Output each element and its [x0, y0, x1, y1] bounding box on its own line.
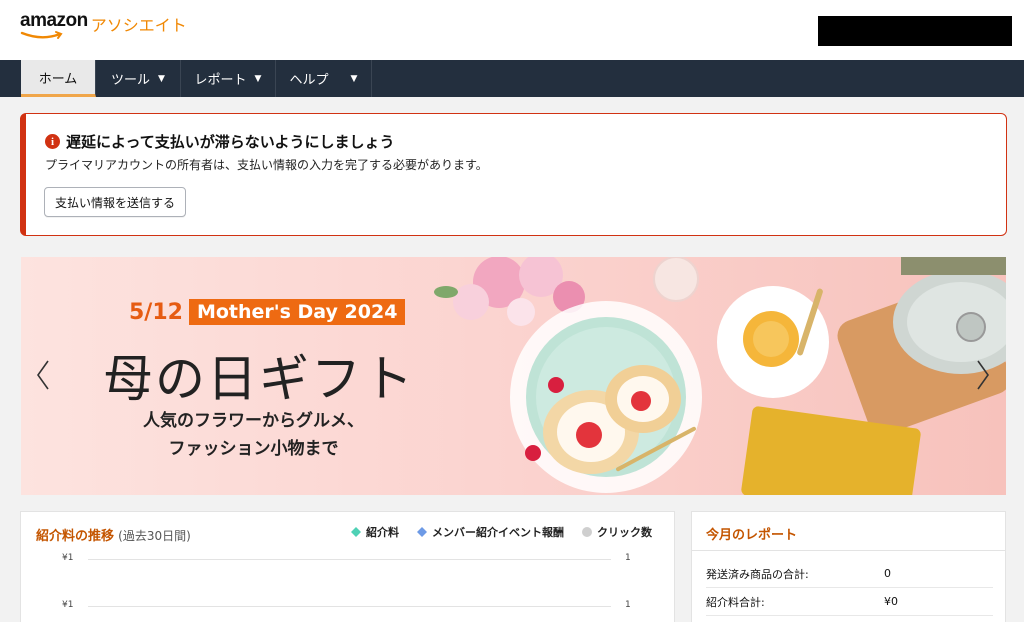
legend-label: クリック数	[597, 526, 652, 539]
banner-subtitle-line1: 人気のフラワーからグルメ、	[143, 411, 364, 431]
promo-banner[interactable]: 5/12 Mother's Day 2024 母の日ギフト 人気のフラワーからグ…	[21, 257, 1006, 495]
legend-item-member-event[interactable]: メンバー紹介イベント報酬	[417, 524, 564, 540]
nav-tab-reports[interactable]: レポート ▼	[181, 60, 276, 97]
submit-payment-info-button[interactable]: 支払い情報を送信する	[44, 187, 187, 217]
report-title[interactable]: 今月のレポート	[706, 524, 797, 543]
payment-alert: i 遅延によって支払いが滞らないようにしましょう プライマリアカウントの所有者は…	[20, 113, 1007, 236]
report-row-value: 0	[884, 567, 891, 580]
alert-description: プライマリアカウントの所有者は、支払い情報の入力を完了する必要があります。	[45, 158, 488, 172]
banner-event-tag: Mother's Day 2024	[188, 299, 406, 325]
grid-line	[88, 559, 611, 560]
logo-subtitle: アソシエイト	[90, 16, 187, 35]
chart-title: 紹介料の推移 (過去30日間)	[36, 525, 191, 544]
banner-subtitle: 人気のフラワーからグルメ、 ファッション小物まで	[143, 407, 364, 463]
diamond-icon	[351, 527, 361, 537]
carousel-prev-arrow-icon[interactable]	[33, 357, 53, 393]
legend-label: 紹介料	[366, 526, 399, 539]
caret-down-icon: ▼	[350, 73, 358, 84]
circle-icon	[582, 527, 592, 537]
alert-heading: i 遅延によって支払いが滞らないようにしましょう	[45, 131, 395, 152]
chart-legend: 紹介料 メンバー紹介イベント報酬 クリック数	[351, 524, 652, 540]
logo-wordmark: amazon	[20, 10, 88, 31]
account-redacted-box[interactable]	[818, 16, 1012, 46]
alert-info-icon: i	[45, 134, 60, 149]
banner-subtitle-line2: ファッション小物まで	[168, 439, 339, 459]
report-row-shipped-items: 発送済み商品の合計: 0	[706, 560, 993, 588]
banner-title: 母の日ギフト	[103, 350, 415, 408]
nav-tab-tools-label: ツール	[111, 73, 151, 88]
caret-down-icon: ▼	[254, 73, 262, 84]
grid-line	[88, 606, 611, 607]
top-header: amazon アソシエイト	[0, 0, 1024, 60]
y-axis-right-tick: 1	[625, 553, 631, 563]
y-axis-left-tick: ¥1	[62, 553, 74, 563]
report-row-referral-fees: 紹介料合計: ¥0	[706, 588, 993, 616]
legend-label: メンバー紹介イベント報酬	[432, 526, 564, 539]
banner-date: 5/12	[129, 299, 183, 325]
nav-tab-home-label: ホーム	[38, 71, 78, 87]
nav-tab-home[interactable]: ホーム	[21, 60, 96, 97]
carousel-next-arrow-icon[interactable]	[973, 357, 993, 393]
referral-fee-trend-panel: 紹介料の推移 (過去30日間) 紹介料 メンバー紹介イベント報酬 クリック数 ¥…	[20, 511, 675, 622]
divider	[692, 550, 1005, 551]
legend-item-referral-fee[interactable]: 紹介料	[351, 524, 399, 540]
legend-item-clicks[interactable]: クリック数	[582, 524, 652, 540]
chart-title-range: (過去30日間)	[118, 529, 191, 543]
y-axis-left-tick: ¥1	[62, 600, 74, 610]
y-axis-right-tick: 1	[625, 600, 631, 610]
nav-tab-reports-label: レポート	[194, 73, 247, 88]
diamond-icon	[417, 527, 427, 537]
nav-tab-help[interactable]: ヘルプ ▼	[276, 60, 372, 97]
nav-tab-help-label: ヘルプ	[289, 73, 329, 88]
banner-date-row: 5/12 Mother's Day 2024	[129, 299, 406, 325]
report-row-label: 紹介料合計:	[706, 595, 765, 609]
chart-title-main: 紹介料の推移	[36, 529, 115, 544]
monthly-report-panel: 今月のレポート 発送済み商品の合計: 0 紹介料合計: ¥0	[691, 511, 1006, 622]
caret-down-icon: ▼	[158, 73, 165, 84]
report-row-label: 発送済み商品の合計:	[706, 567, 809, 581]
logo-smile-icon	[20, 31, 63, 39]
amazon-associates-logo[interactable]: amazon アソシエイト	[20, 10, 187, 44]
main-nav: ホーム ツール ▼ レポート ▼ ヘルプ ▼	[0, 60, 1024, 97]
alert-title-text: 遅延によって支払いが滞らないようにしましょう	[66, 133, 395, 151]
nav-tab-tools[interactable]: ツール ▼	[96, 60, 181, 97]
report-row-value: ¥0	[884, 595, 898, 608]
